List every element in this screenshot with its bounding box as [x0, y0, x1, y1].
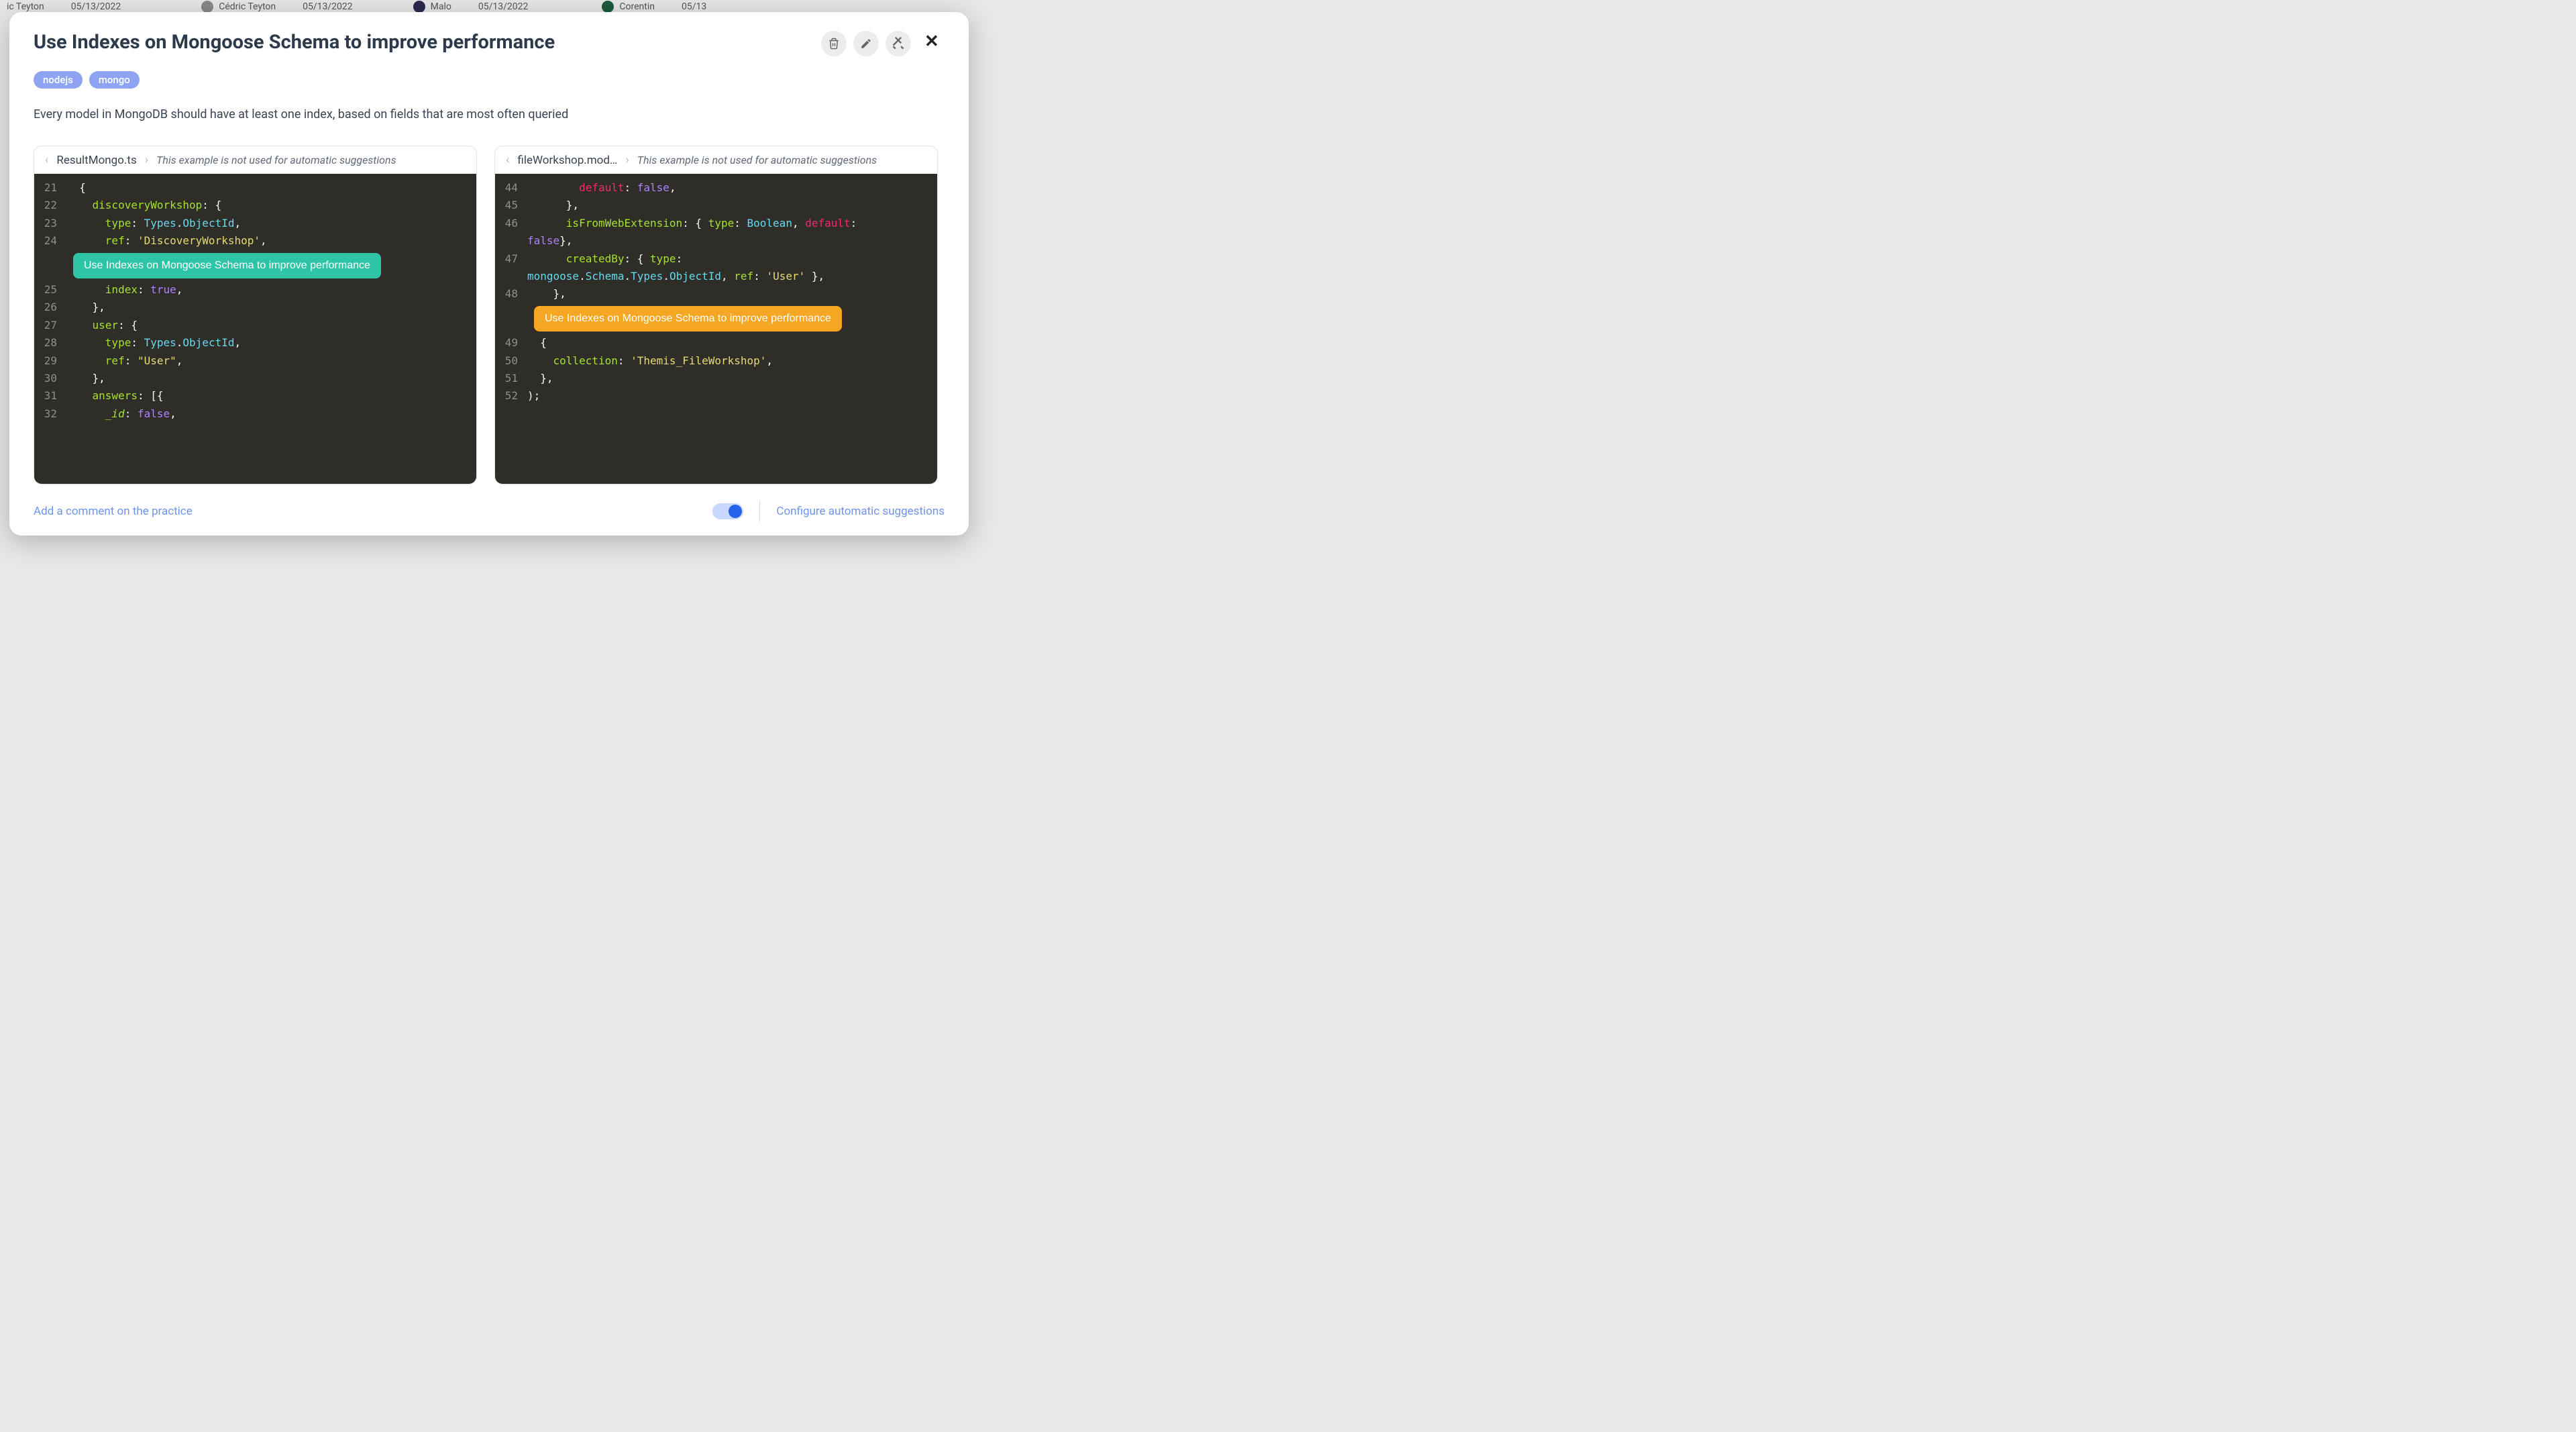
code: ref: 'DiscoveryWorkshop',	[66, 232, 267, 250]
bg-date: 05/13/2022	[303, 1, 353, 12]
avatar	[413, 1, 425, 13]
line-number: 26	[34, 299, 66, 316]
modal-footer: Add a comment on the practice Configure …	[34, 497, 945, 522]
trash-icon	[828, 38, 840, 50]
line-number	[495, 268, 527, 285]
code: isFromWebExtension: { type: Boolean, def…	[527, 215, 863, 232]
bg-name: Corentin	[619, 1, 655, 12]
code: user: {	[66, 317, 138, 334]
chevron-right-icon[interactable]: ›	[625, 153, 629, 167]
avatar	[602, 1, 614, 13]
close-button[interactable]: ✕	[924, 32, 945, 52]
line-number: 49	[495, 334, 527, 352]
line-number: 23	[34, 215, 66, 232]
line-number: 28	[34, 334, 66, 352]
example-panel-1: ‹ ResultMongo.ts › This example is not u…	[34, 146, 477, 484]
line-number: 31	[34, 387, 66, 405]
code: mongoose.Schema.Types.ObjectId, ref: 'Us…	[527, 268, 824, 285]
code: },	[66, 299, 105, 316]
example-filename: ResultMongo.ts	[56, 154, 136, 167]
line-number: 50	[495, 352, 527, 370]
code: discoveryWorkshop: {	[66, 197, 221, 214]
suggestion-pill[interactable]: Use Indexes on Mongoose Schema to improv…	[534, 306, 842, 331]
line-number: 46	[495, 215, 527, 232]
toggle-knob	[729, 505, 742, 518]
line-number	[495, 232, 527, 250]
bg-date: 05/13	[682, 1, 706, 12]
chevron-left-icon[interactable]: ‹	[506, 153, 509, 167]
modal-title: Use Indexes on Mongoose Schema to improv…	[34, 31, 555, 54]
code: },	[527, 370, 553, 387]
line-number: 45	[495, 197, 527, 214]
add-comment-link[interactable]: Add a comment on the practice	[34, 505, 193, 518]
code: answers: [{	[66, 387, 164, 405]
background-list-row: ic Teyton 05/13/2022 Cédric Teyton 05/13…	[0, 0, 978, 13]
code-block: 21 { 22 discoveryWorkshop: { 23 type: Ty…	[34, 174, 476, 484]
code: },	[527, 285, 566, 303]
tag-list: nodejs mongo	[34, 71, 945, 89]
line-number: 27	[34, 317, 66, 334]
avatar	[201, 1, 213, 13]
code: ref: "User",	[66, 352, 182, 370]
code: },	[527, 197, 579, 214]
example-note: This example is not used for automatic s…	[637, 154, 926, 166]
bg-date: 05/13/2022	[71, 1, 121, 12]
close-icon: ✕	[924, 32, 939, 52]
example-panel-2: ‹ fileWorkshop.mod… › This example is no…	[494, 146, 938, 484]
code: collection: 'Themis_FileWorkshop',	[527, 352, 773, 370]
bg-name: ic Teyton	[7, 1, 44, 12]
practice-modal: Use Indexes on Mongoose Schema to improv…	[9, 12, 969, 535]
code: {	[527, 334, 547, 352]
line-number: 21	[34, 179, 66, 197]
line-number: 44	[495, 179, 527, 197]
line-number: 29	[34, 352, 66, 370]
line-number: 48	[495, 285, 527, 303]
bg-date: 05/13/2022	[478, 1, 529, 12]
line-number: 51	[495, 370, 527, 387]
line-number: 32	[34, 405, 66, 423]
pencil-icon	[860, 38, 872, 50]
example-header: ‹ fileWorkshop.mod… › This example is no…	[495, 146, 937, 174]
configure-suggestions-link[interactable]: Configure automatic suggestions	[776, 505, 945, 518]
swords-icon	[892, 37, 905, 50]
divider	[759, 501, 760, 522]
tag-mongo[interactable]: mongo	[89, 71, 140, 89]
tag-nodejs[interactable]: nodejs	[34, 71, 83, 89]
header-actions: ✕	[821, 31, 945, 56]
code: _id: false,	[66, 405, 176, 423]
code: default: false,	[527, 179, 676, 197]
code: },	[66, 370, 105, 387]
chevron-left-icon[interactable]: ‹	[45, 153, 48, 167]
auto-suggestions-toggle[interactable]	[712, 503, 743, 519]
example-note: This example is not used for automatic s…	[156, 154, 466, 166]
suggestion-pill[interactable]: Use Indexes on Mongoose Schema to improv…	[73, 253, 381, 278]
code: type: Types.ObjectId,	[66, 215, 241, 232]
line-number: 47	[495, 250, 527, 268]
chevron-right-icon[interactable]: ›	[145, 153, 148, 167]
code: createdBy: { type:	[527, 250, 689, 268]
examples-row[interactable]: ‹ ResultMongo.ts › This example is not u…	[34, 146, 945, 484]
code: );	[527, 387, 540, 405]
line-number: 22	[34, 197, 66, 214]
code: index: true,	[66, 281, 182, 299]
example-header: ‹ ResultMongo.ts › This example is not u…	[34, 146, 476, 174]
line-number: 30	[34, 370, 66, 387]
swords-button[interactable]	[885, 31, 911, 56]
modal-header: Use Indexes on Mongoose Schema to improv…	[34, 31, 945, 56]
code: {	[66, 179, 86, 197]
line-number: 25	[34, 281, 66, 299]
footer-right: Configure automatic suggestions	[712, 501, 945, 522]
code-block: 44 default: false, 45 }, 46 isFromWebExt…	[495, 174, 937, 484]
edit-button[interactable]	[853, 31, 879, 56]
code: type: Types.ObjectId,	[66, 334, 241, 352]
code: false},	[527, 232, 572, 250]
bg-name: Malo	[431, 1, 451, 12]
bg-name: Cédric Teyton	[219, 1, 276, 12]
example-filename: fileWorkshop.mod…	[517, 154, 617, 167]
modal-description: Every model in MongoDB should have at le…	[34, 107, 945, 121]
line-number: 52	[495, 387, 527, 405]
line-number: 24	[34, 232, 66, 250]
delete-button[interactable]	[821, 31, 847, 56]
